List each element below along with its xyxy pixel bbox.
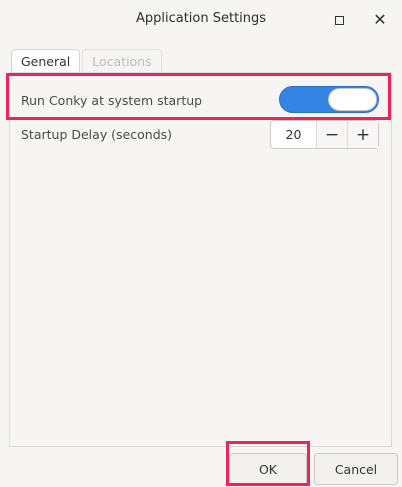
run-at-startup-label: Run Conky at system startup [21, 93, 203, 108]
decrement-button[interactable]: − [317, 121, 348, 148]
increment-button[interactable]: + [348, 121, 378, 148]
close-button[interactable]: ✕ [367, 8, 393, 32]
startup-delay-input[interactable]: 20 [271, 121, 317, 148]
close-icon: ✕ [373, 10, 387, 29]
switch-knob [328, 88, 377, 111]
ok-button[interactable]: OK [229, 453, 307, 485]
title-bar: Application Settings ✕ [0, 0, 402, 40]
startup-delay-label: Startup Delay (seconds) [21, 127, 173, 142]
run-at-startup-switch[interactable] [279, 86, 379, 113]
maximize-icon [334, 15, 344, 25]
tab-locations[interactable]: Locations [82, 49, 162, 73]
cancel-button[interactable]: Cancel [314, 453, 398, 485]
maximize-button[interactable] [326, 8, 352, 32]
tab-general[interactable]: General [11, 49, 81, 73]
startup-delay-spinbutton: 20 − + [270, 120, 379, 149]
tab-bar: General Locations [11, 49, 164, 73]
application-settings-dialog: Application Settings ✕ General Locations… [0, 0, 402, 487]
